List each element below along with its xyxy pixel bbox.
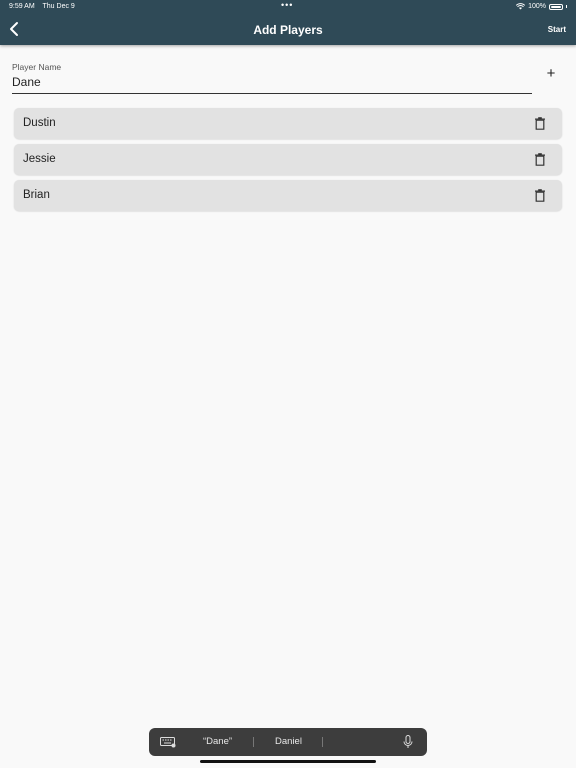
- player-name: Dustin: [23, 117, 56, 129]
- status-bar-left: 9:59 AM Thu Dec 9: [9, 3, 81, 10]
- player-name-input[interactable]: [12, 72, 532, 92]
- suggestion-divider: [253, 737, 254, 747]
- back-chevron-icon[interactable]: [6, 20, 24, 38]
- multitasking-dots-icon[interactable]: •••: [281, 0, 293, 10]
- status-time: 9:59 AM: [9, 3, 35, 10]
- status-bar-right: 100%: [516, 3, 567, 10]
- wifi-icon: [516, 3, 526, 10]
- suggestion-item[interactable]: “Dane”: [203, 736, 232, 747]
- start-button[interactable]: Start: [548, 25, 566, 34]
- trash-icon[interactable]: [534, 117, 546, 130]
- player-name-label: Player Name: [12, 62, 62, 72]
- input-underline: [12, 93, 532, 94]
- player-name: Brian: [23, 189, 50, 201]
- page-title: Add Players: [253, 23, 323, 37]
- nav-header: 9:59 AM Thu Dec 9 ••• 100% Add Players S…: [0, 0, 576, 45]
- player-row[interactable]: Jessie: [14, 144, 562, 175]
- player-row[interactable]: Dustin: [14, 108, 562, 139]
- plus-icon: +: [546, 65, 556, 82]
- keyboard-icon[interactable]: [160, 736, 176, 748]
- add-player-button[interactable]: +: [543, 66, 559, 82]
- battery-tip: [566, 5, 567, 8]
- player-list: Dustin Jessie Brian: [14, 108, 562, 216]
- battery-icon: [549, 3, 563, 10]
- suggestion-item[interactable]: Daniel: [275, 736, 302, 747]
- player-name: Jessie: [23, 153, 56, 165]
- keyboard-suggestion-bar: “Dane” Daniel: [149, 728, 427, 756]
- status-date: Thu Dec 9: [42, 3, 75, 10]
- home-indicator[interactable]: [200, 760, 376, 763]
- battery-percent: 100%: [528, 3, 546, 10]
- trash-icon[interactable]: [534, 189, 546, 202]
- microphone-icon[interactable]: [403, 735, 413, 749]
- player-row[interactable]: Brian: [14, 180, 562, 211]
- trash-icon[interactable]: [534, 153, 546, 166]
- suggestion-divider: [322, 737, 323, 747]
